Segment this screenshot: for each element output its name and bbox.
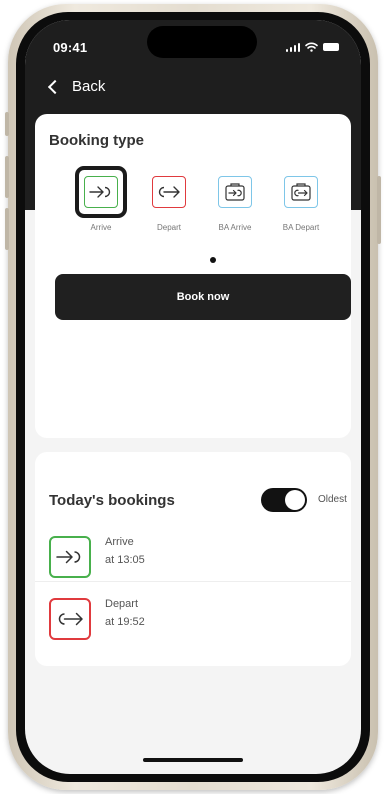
depart-icon [152,176,186,208]
booking-type-ba-depart[interactable]: BA Depart [271,166,331,232]
silent-switch [5,112,9,136]
status-time: 09:41 [53,40,88,55]
sort-oldest-toggle[interactable] [261,488,307,512]
todays-bookings-title: Today's bookings [49,492,175,509]
booking-type-title: Booking type [49,132,145,149]
dynamic-island [147,26,257,58]
home-indicator[interactable] [143,758,243,762]
booking-time: at 13:05 [105,554,145,566]
volume-up-button [5,156,9,198]
type-label-depart: Depart [156,223,181,232]
carousel-page-dot [210,257,216,263]
type-label-ba-arrive: BA Arrive [218,223,252,232]
battery-icon [323,43,339,51]
phone-screen: 09:41 Back Booking type Arrive Depart BA… [25,20,361,774]
booking-time: at 19:52 [105,616,145,628]
booking-type-ba-arrive[interactable]: BA Arrive [205,166,265,232]
depart-icon [49,598,91,640]
toggle-knob [285,490,305,510]
todays-bookings-card: Today's bookings Oldest Arrive at 13:05 [35,452,351,666]
booking-type-arrive[interactable]: Arrive [71,166,131,232]
booking-type-depart[interactable]: Depart [139,166,199,232]
type-label-ba-depart: BA Depart [282,223,320,232]
selected-indicator [75,166,127,218]
type-label-arrive: Arrive [90,223,112,232]
booking-title: Depart [105,598,139,610]
sort-toggle-label: Oldest [318,494,347,505]
ba-depart-icon [284,176,318,208]
ba-arrive-icon [218,176,252,208]
booking-list-item[interactable]: Arrive at 13:05 [35,526,351,582]
wifi-icon [305,42,318,52]
arrive-icon [49,536,91,578]
back-button[interactable]: Back [47,78,105,95]
status-icons [285,42,339,52]
power-button [377,176,381,244]
booking-type-card: Booking type Arrive Depart BA Arrive BA … [35,114,351,438]
arrive-icon [84,176,118,208]
book-now-button[interactable]: Book now [55,274,351,320]
chevron-left-icon [47,79,63,94]
booking-list-item[interactable]: Depart at 19:52 [35,588,351,644]
back-label: Back [72,78,106,95]
signal-icon [285,42,300,52]
booking-title: Arrive [105,536,134,548]
volume-down-button [5,208,9,250]
